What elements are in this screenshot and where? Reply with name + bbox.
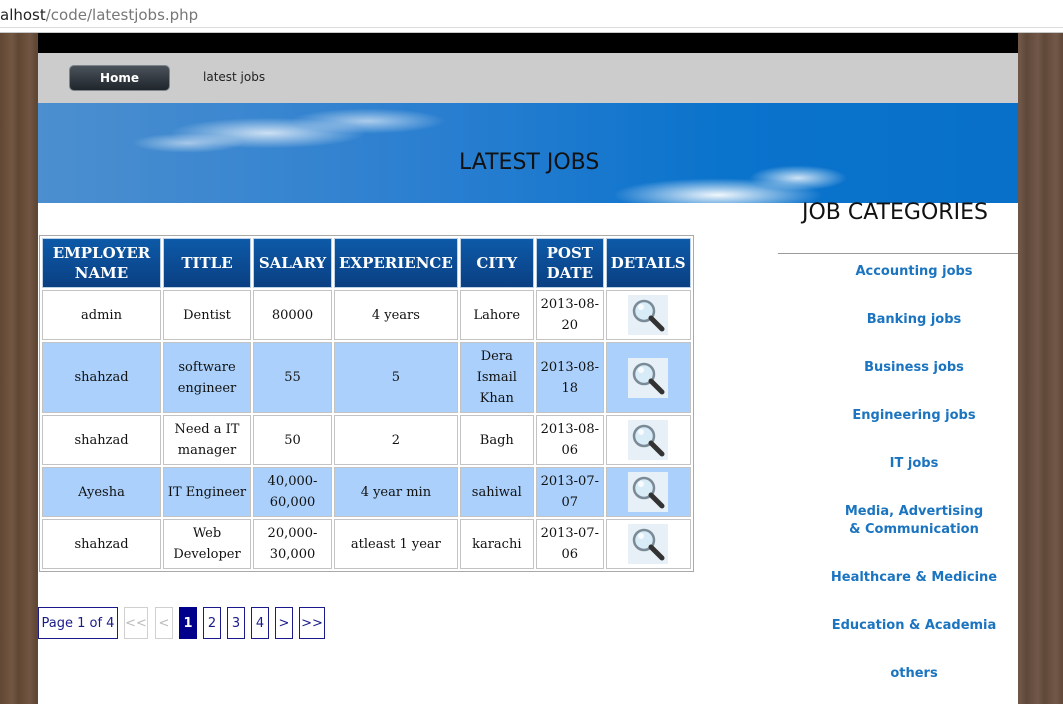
col-experience: EXPERIENCE — [334, 238, 458, 288]
cell-employer: Ayesha — [42, 467, 161, 517]
pager-first-button[interactable]: << — [124, 607, 148, 639]
cell-city: sahiwal — [459, 467, 534, 517]
cell-experience: 5 — [334, 342, 458, 413]
magnifier-icon[interactable] — [628, 524, 669, 564]
url-host: alhost — [0, 6, 46, 24]
pager-page-4[interactable]: 4 — [251, 607, 269, 639]
table-header-row: EMPLOYER NAME TITLE SALARY EXPERIENCE CI… — [42, 238, 691, 288]
table-row: shahzad Need a IT manager 50 2 Bagh 2013… — [42, 415, 691, 465]
cell-employer: shahzad — [42, 342, 161, 413]
cell-title: Need a IT manager — [163, 415, 251, 465]
pager-page-3[interactable]: 3 — [227, 607, 245, 639]
col-city: CITY — [459, 238, 534, 288]
table-row: admin Dentist 80000 4 years Lahore 2013-… — [42, 290, 691, 340]
cell-title: software engineer — [163, 342, 251, 413]
cell-details — [605, 519, 691, 569]
category-link-banking[interactable]: Banking jobs — [814, 311, 1014, 329]
col-details: DETAILS — [605, 238, 691, 288]
cell-post-date: 2013-08-18 — [535, 342, 604, 413]
cell-employer: shahzad — [42, 415, 161, 465]
cell-employer: shahzad — [42, 519, 161, 569]
cell-salary: 40,000-60,000 — [253, 467, 332, 517]
nav-home-button[interactable]: Home — [69, 65, 170, 91]
category-link-business[interactable]: Business jobs — [814, 359, 1014, 377]
magnifier-icon[interactable] — [628, 472, 669, 512]
pager-prev-button[interactable]: < — [155, 607, 173, 639]
cell-details — [605, 467, 691, 517]
cell-details — [605, 290, 691, 340]
cell-title: IT Engineer — [163, 467, 251, 517]
col-post-date: POST DATE — [535, 238, 604, 288]
cell-title: Dentist — [163, 290, 251, 340]
magnifier-icon[interactable] — [628, 420, 669, 460]
cell-employer: admin — [42, 290, 161, 340]
cell-details — [605, 342, 691, 413]
cell-post-date: 2013-08-06 — [535, 415, 604, 465]
pager-last-button[interactable]: >> — [299, 607, 325, 639]
banner: LATEST JOBS — [38, 103, 1018, 203]
pager-page-1[interactable]: 1 — [179, 607, 197, 639]
category-link-engineering[interactable]: Engineering jobs — [814, 407, 1014, 425]
page-title-text: LATEST JOBS — [459, 150, 600, 175]
url-text: alhost/code/latestjobs.php — [0, 6, 198, 24]
category-link-education[interactable]: Education & Academia — [814, 617, 1014, 635]
sidebar-title: JOB CATEGORIES — [802, 200, 988, 225]
category-link-media[interactable]: Media, Advertising & Communication — [814, 503, 1014, 539]
cell-salary: 50 — [253, 415, 332, 465]
cell-details — [605, 415, 691, 465]
cell-salary: 55 — [253, 342, 332, 413]
cell-experience: 2 — [334, 415, 458, 465]
browser-address-bar[interactable]: alhost/code/latestjobs.php — [0, 0, 1063, 33]
cell-post-date: 2013-07-06 — [535, 519, 604, 569]
category-link-healthcare[interactable]: Healthcare & Medicine — [814, 569, 1014, 587]
sidebar-divider — [778, 253, 1018, 254]
magnifier-icon[interactable] — [628, 357, 669, 398]
col-salary: SALARY — [253, 238, 332, 288]
col-title: TITLE — [163, 238, 251, 288]
top-strip — [38, 33, 1018, 53]
nav-bar: Home latest jobs — [38, 53, 1018, 103]
pager-page-2[interactable]: 2 — [203, 607, 221, 639]
cell-experience: 4 year min — [334, 467, 458, 517]
table-row: shahzad Web Developer 20,000-30,000 atle… — [42, 519, 691, 569]
cell-city: karachi — [459, 519, 534, 569]
cell-post-date: 2013-07-07 — [535, 467, 604, 517]
cell-experience: atleast 1 year — [334, 519, 458, 569]
url-path: /code/latestjobs.php — [45, 6, 199, 24]
cell-city: Dera Ismail Khan — [459, 342, 534, 413]
cell-city: Bagh — [459, 415, 534, 465]
col-employer-name: EMPLOYER NAME — [42, 238, 161, 288]
category-link-accounting[interactable]: Accounting jobs — [814, 263, 1014, 281]
category-link-it[interactable]: IT jobs — [814, 455, 1014, 473]
cell-salary: 80000 — [253, 290, 332, 340]
cell-post-date: 2013-08-20 — [535, 290, 604, 340]
cell-experience: 4 years — [334, 290, 458, 340]
magnifier-icon[interactable] — [628, 295, 669, 335]
pager-summary: Page 1 of 4 — [38, 607, 118, 639]
table-row: shahzad software engineer 55 5 Dera Isma… — [42, 342, 691, 413]
pager-next-button[interactable]: > — [275, 607, 293, 639]
category-link-others[interactable]: others — [814, 665, 1014, 683]
page-container: Home latest jobs LATEST JOBS EMPLOYER NA… — [38, 33, 1018, 704]
table-row: Ayesha IT Engineer 40,000-60,000 4 year … — [42, 467, 691, 517]
jobs-table: EMPLOYER NAME TITLE SALARY EXPERIENCE CI… — [39, 235, 694, 572]
cell-title: Web Developer — [163, 519, 251, 569]
cell-salary: 20,000-30,000 — [253, 519, 332, 569]
cell-city: Lahore — [459, 290, 534, 340]
nav-latest-jobs-link[interactable]: latest jobs — [203, 70, 265, 84]
